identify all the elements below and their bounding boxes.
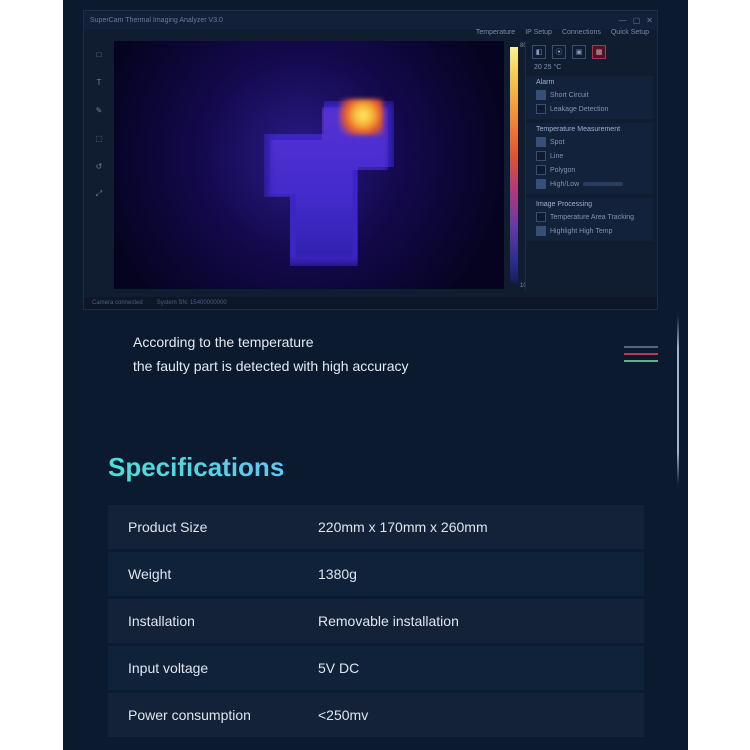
table-row: Installation Removable installation (108, 599, 644, 643)
app-titlebar: SuperCam Thermal Imaging Analyzer V3.0 —… (84, 11, 657, 29)
table-row: Weight 1380g (108, 552, 644, 596)
minimize-icon[interactable]: — (619, 16, 627, 25)
left-toolbar: □ T ✎ ⬚ ↺ ⤢ (86, 45, 112, 203)
spec-key: Input voltage (128, 660, 318, 676)
right-panel: ◧ ⦿ ▣ ▦ 20 25 °C Alarm Short Circuit Lea… (525, 41, 653, 291)
description-text: According to the temperature the faulty … (133, 330, 408, 378)
tool-fullscreen-icon[interactable]: ⤢ (89, 185, 109, 203)
description-line-2: the faulty part is detected with high ac… (133, 354, 408, 378)
tool-text-icon[interactable]: T (89, 73, 109, 91)
divider-vertical (677, 315, 679, 485)
toggle-short-circuit[interactable]: Short Circuit (536, 88, 647, 102)
tool-region-icon[interactable]: ⬚ (89, 129, 109, 147)
status-connection: Camera connected (92, 300, 143, 306)
hotspot (339, 99, 383, 135)
thumbnail-button[interactable]: ▦ (592, 45, 606, 59)
status-sn: System SN: 15400000000 (157, 300, 227, 306)
color-bar (510, 47, 518, 283)
tab-quick-setup[interactable]: Quick Setup (611, 29, 649, 36)
app-tabs: Temperature IP Setup Connections Quick S… (476, 29, 649, 36)
temp-range: 20 25 °C (526, 63, 653, 72)
spec-value: 1380g (318, 566, 357, 582)
tab-ip-setup[interactable]: IP Setup (525, 29, 552, 36)
measure-spot[interactable]: Spot (536, 135, 647, 149)
spec-key: Power consumption (128, 707, 318, 723)
table-row: Power consumption <250mv (108, 693, 644, 737)
tab-connections[interactable]: Connections (562, 29, 601, 36)
specs-section: Specifications Product Size 220mm x 170m… (108, 452, 644, 740)
spec-key: Installation (128, 613, 318, 629)
status-bar: Camera connected System SN: 15400000000 (84, 297, 657, 309)
app-window: SuperCam Thermal Imaging Analyzer V3.0 —… (83, 10, 658, 310)
spec-value: 220mm x 170mm x 260mm (318, 519, 488, 535)
close-icon[interactable]: ✕ (646, 16, 653, 25)
capture-button[interactable]: ⦿ (552, 45, 566, 59)
toggle-area-tracking[interactable]: Temperature Area Tracking (536, 210, 647, 224)
app-title: SuperCam Thermal Imaging Analyzer V3.0 (90, 17, 223, 24)
tool-rect-icon[interactable]: □ (89, 45, 109, 63)
maximize-icon[interactable]: ▢ (633, 16, 641, 25)
section-temp-header: Temperature Measurement (536, 126, 647, 133)
section-image-header: Image Processing (536, 201, 647, 208)
toggle-high-temp[interactable]: Highlight High Temp (536, 224, 647, 238)
window-controls: — ▢ ✕ (619, 16, 653, 25)
measure-polygon[interactable]: Polygon (536, 163, 647, 177)
section-alarm-header: Alarm (536, 79, 647, 86)
accent-lines (624, 346, 658, 362)
spec-value: Removable installation (318, 613, 459, 629)
page-card: SuperCam Thermal Imaging Analyzer V3.0 —… (63, 0, 688, 750)
table-row: Input voltage 5V DC (108, 646, 644, 690)
spec-key: Weight (128, 566, 318, 582)
palette-button[interactable]: ◧ (532, 45, 546, 59)
toggle-leakage[interactable]: Leakage Detection (536, 102, 647, 116)
spec-value: <250mv (318, 707, 368, 723)
tool-reset-icon[interactable]: ↺ (89, 157, 109, 175)
description-line-1: According to the temperature (133, 330, 408, 354)
spec-value: 5V DC (318, 660, 359, 676)
table-row: Product Size 220mm x 170mm x 260mm (108, 505, 644, 549)
record-button[interactable]: ▣ (572, 45, 586, 59)
specs-title: Specifications (108, 452, 284, 483)
tab-temperature[interactable]: Temperature (476, 29, 515, 36)
specs-table: Product Size 220mm x 170mm x 260mm Weigh… (108, 505, 644, 737)
tool-pen-icon[interactable]: ✎ (89, 101, 109, 119)
spec-key: Product Size (128, 519, 318, 535)
measure-highlow[interactable]: High/Low (536, 177, 647, 191)
thermal-image (114, 41, 504, 289)
measure-line[interactable]: Line (536, 149, 647, 163)
